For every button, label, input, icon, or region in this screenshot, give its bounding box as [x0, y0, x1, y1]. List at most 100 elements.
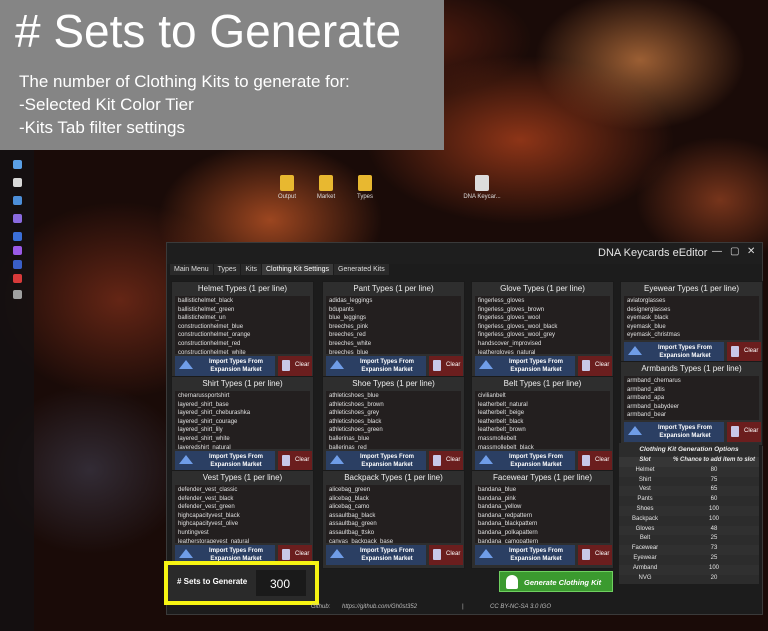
table-row: Shirt 75: [619, 477, 759, 487]
tab-types[interactable]: Types: [213, 264, 241, 275]
tab-kits[interactable]: Kits: [241, 264, 261, 275]
panel-title: Eyewear Types (1 per line): [643, 284, 739, 293]
table-row: Shoes 100: [619, 505, 759, 516]
list-item: bandana_camopattern: [478, 538, 539, 543]
app-icon[interactable]: [13, 260, 22, 269]
types-textarea[interactable]: armband_chernarus armband_altis armband_ap…: [624, 376, 759, 420]
chance-cell[interactable]: 60: [671, 496, 757, 502]
clear-button[interactable]: Clear: [429, 545, 463, 565]
types-textarea[interactable]: alicebag_green alicebag_black alicebag_cam…: [326, 485, 461, 543]
folder-icon: [358, 175, 372, 191]
panel-buttons: Import Types From Expansion Market Clear: [475, 356, 612, 376]
app-icon[interactable]: [13, 160, 22, 169]
chance-cell[interactable]: 65: [671, 486, 757, 492]
clear-button[interactable]: Clear: [278, 356, 312, 376]
tab-generated-kits[interactable]: Generated Kits: [334, 264, 389, 275]
tab-clothing-kit-settings[interactable]: Clothing Kit Settings: [262, 264, 334, 275]
sets-input[interactable]: 300: [256, 570, 306, 596]
import-types-button[interactable]: Import Types From Expansion Market: [475, 356, 575, 376]
list-item: armband_babydeer: [627, 403, 680, 410]
desktop-icon-types[interactable]: Types: [344, 175, 386, 201]
clear-button[interactable]: Clear: [727, 342, 761, 362]
tab-main-menu[interactable]: Main Menu: [170, 264, 213, 275]
window-title: DNA Keycards eEditor: [598, 247, 708, 259]
import-types-button[interactable]: Import Types From Expansion Market: [175, 356, 275, 376]
import-types-button[interactable]: Import Types From Expansion Market: [175, 451, 275, 471]
import-types-button[interactable]: Import Types From Expansion Market: [326, 356, 426, 376]
maximize-button[interactable]: ▢: [730, 246, 739, 257]
desktop-icon-market[interactable]: Market: [305, 175, 347, 201]
chance-cell[interactable]: 48: [671, 526, 757, 532]
clear-button[interactable]: Clear: [727, 422, 761, 442]
app-icon[interactable]: [13, 290, 22, 299]
panel-title: Glove Types (1 per line): [500, 284, 585, 293]
list-item: leatherbelt_beige: [478, 410, 525, 417]
panel-title: Backpack Types (1 per line): [344, 473, 443, 482]
list-item: bandana_pink: [478, 495, 516, 502]
app-icon[interactable]: [13, 178, 22, 187]
import-types-button[interactable]: Import Types From Expansion Market: [326, 451, 426, 471]
trash-icon: [282, 360, 290, 371]
sets-to-generate-box: # Sets to Generate 300: [164, 561, 319, 605]
clear-label: Clear: [744, 348, 759, 354]
app-icon[interactable]: [13, 232, 22, 241]
import-types-button[interactable]: Import Types From Expansion Market: [624, 342, 724, 362]
types-textarea[interactable]: bandana_blue bandana_pink bandana_yellow ba…: [475, 485, 610, 543]
desktop-icon-output[interactable]: Output: [266, 175, 308, 201]
clear-label: Clear: [595, 362, 610, 368]
types-textarea[interactable]: chernarussportshirt layered_shirt_base lay…: [175, 391, 310, 449]
arrow-up-icon: [179, 455, 193, 464]
chance-cell[interactable]: 75: [671, 477, 757, 483]
clear-button[interactable]: Clear: [278, 451, 312, 471]
types-textarea[interactable]: adidas_leggings bdupants blue_leggings bree…: [326, 296, 461, 354]
import-types-button[interactable]: Import Types From Expansion Market: [326, 545, 426, 565]
types-textarea[interactable]: ballistichelmet_black ballistichelmet_gre…: [175, 296, 310, 354]
info-banner: # Sets to Generate The number of Clothin…: [0, 0, 444, 150]
list-item: ballerinas_blue: [329, 435, 370, 442]
types-textarea[interactable]: fingerless_gloves fingerless_gloves_brown…: [475, 296, 610, 354]
panel-backpack-types: Backpack Types (1 per line) alicebag_gree…: [322, 470, 465, 569]
list-item: designerglasses: [627, 306, 671, 313]
types-textarea[interactable]: defender_vest_classic defender_vest_black…: [175, 485, 310, 543]
chance-cell[interactable]: 20: [671, 575, 757, 581]
footer-separator: |: [462, 604, 464, 610]
app-icon[interactable]: [13, 196, 22, 205]
chance-cell[interactable]: 73: [671, 545, 757, 551]
minimize-button[interactable]: —: [712, 246, 722, 257]
panel-title: Facewear Types (1 per line): [492, 473, 592, 482]
import-types-button[interactable]: Import Types From Expansion Market: [475, 545, 575, 565]
list-item: chernarussportshirt: [178, 393, 230, 399]
trash-icon: [582, 455, 590, 466]
panel-buttons: Import Types From Expansion Market Clear: [175, 451, 312, 471]
chance-cell[interactable]: 25: [671, 535, 757, 541]
clear-button[interactable]: Clear: [429, 451, 463, 471]
clear-button[interactable]: Clear: [578, 451, 612, 471]
panel-title: Pant Types (1 per line): [353, 284, 434, 293]
close-button[interactable]: ✕: [747, 246, 755, 257]
kit-generation-options: Clothing Kit Generation Options Slot % Ch…: [619, 443, 759, 585]
clear-button[interactable]: Clear: [429, 356, 463, 376]
desktop-icon-dna-keycards[interactable]: DNA Keycar...: [461, 175, 503, 201]
chance-cell[interactable]: 100: [671, 565, 757, 571]
clear-button[interactable]: Clear: [578, 356, 612, 376]
chance-cell[interactable]: 25: [671, 555, 757, 561]
generate-clothing-kit-button[interactable]: Generate Clothing Kit: [499, 571, 613, 592]
import-types-button[interactable]: Import Types From Expansion Market: [624, 422, 724, 442]
slot-cell: Pants: [637, 496, 653, 503]
chance-cell[interactable]: 100: [671, 506, 757, 512]
types-textarea[interactable]: athleticshoes_blue athleticshoes_brown ath…: [326, 391, 461, 449]
app-icon[interactable]: [13, 274, 22, 283]
app-icon[interactable]: [13, 246, 22, 255]
chance-cell[interactable]: 100: [671, 516, 757, 522]
github-link[interactable]: https://github.com/Gh0st352: [342, 604, 417, 610]
app-icon[interactable]: [13, 214, 22, 223]
list-item: defender_vest_black: [178, 495, 234, 502]
import-types-button[interactable]: Import Types From Expansion Market: [475, 451, 575, 471]
arrow-up-icon: [479, 360, 493, 369]
import-label: Import Types From Expansion Market: [509, 548, 563, 562]
arrow-up-icon: [330, 360, 344, 369]
types-textarea[interactable]: civilianbelt leatherbelt_natural leatherbe…: [475, 391, 610, 449]
clear-button[interactable]: Clear: [578, 545, 612, 565]
chance-cell[interactable]: 80: [671, 467, 757, 473]
types-textarea[interactable]: aviatorglasses designerglasses eyemask_bla…: [624, 296, 759, 340]
